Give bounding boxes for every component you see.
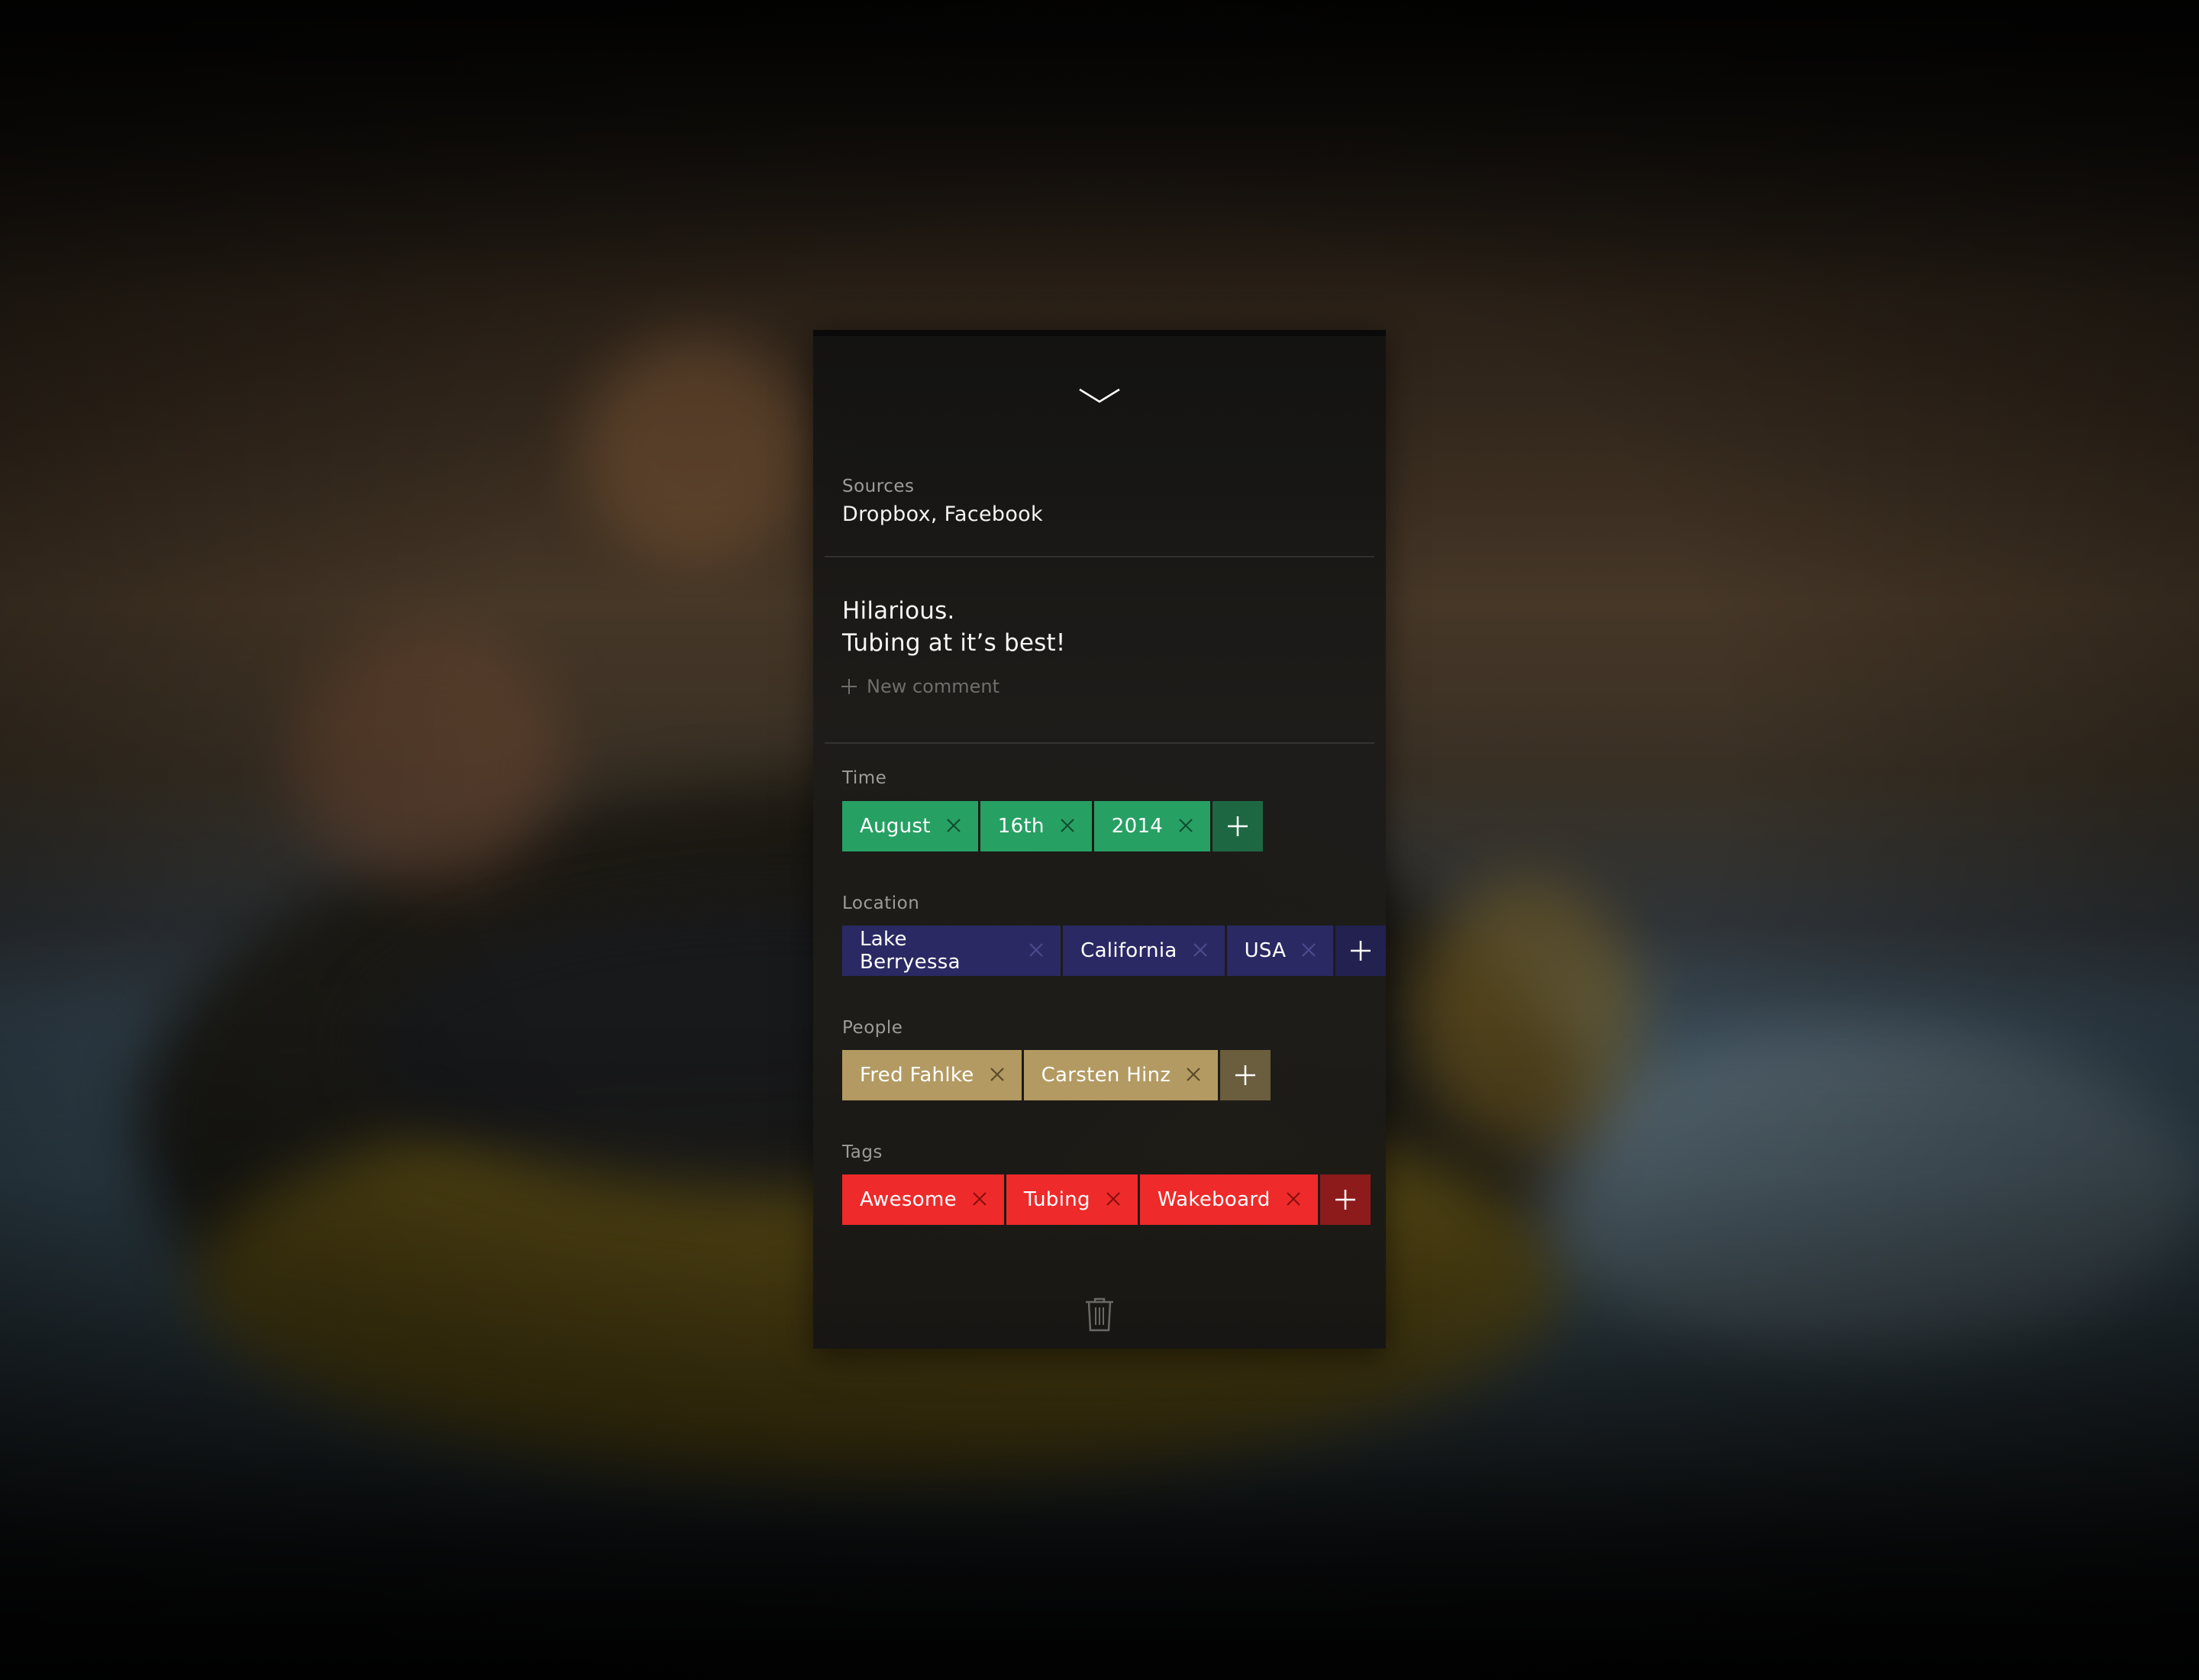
location-label: Location [842,893,920,913]
tags-label: Tags [842,1142,883,1162]
people-chip-row: Fred Fahlke Carsten Hinz [842,1050,1271,1100]
tags-chip-label: Tubing [1023,1188,1090,1211]
chevron-down-icon [1079,388,1120,403]
close-icon [1286,1192,1300,1206]
close-icon [1187,1068,1201,1081]
plus-icon [1335,1190,1355,1210]
comment-text: Tubing at it’s best! [842,629,1066,657]
remove-location-chip-button[interactable] [1028,942,1045,959]
new-comment-button[interactable]: New comment [841,674,999,699]
trash-icon [1086,1297,1113,1332]
collapse-button[interactable] [1077,382,1122,409]
people-chip-label: Fred Fahlke [860,1064,974,1087]
people-chip[interactable]: Fred Fahlke [842,1050,1022,1100]
close-icon [1179,819,1193,832]
time-chip[interactable]: August [842,801,978,851]
sources-label: Sources [842,477,915,496]
people-chip[interactable]: Carsten Hinz [1023,1050,1219,1100]
tags-chip[interactable]: Wakeboard [1139,1174,1318,1225]
remove-location-chip-button[interactable] [1301,942,1318,959]
remove-location-chip-button[interactable] [1193,942,1209,959]
remove-time-chip-button[interactable] [946,818,963,835]
time-chip[interactable]: 16th [980,801,1092,851]
tags-chip-row: Awesome Tubing Wakeboard [842,1174,1371,1225]
photo-details-panel: Sources Dropbox, Facebook Hilarious. Tub… [813,330,1386,1349]
location-chip[interactable]: California [1063,926,1225,976]
plus-icon [841,679,857,694]
plus-icon [1228,816,1248,836]
close-icon [990,1068,1004,1081]
comment-text: Hilarious. [842,597,955,625]
close-icon [1029,943,1043,957]
close-icon [1106,1192,1120,1206]
people-label: People [842,1018,903,1038]
remove-people-chip-button[interactable] [990,1067,1006,1084]
add-time-button[interactable] [1213,801,1264,851]
time-chip-row: August 16th 2014 [842,801,1264,851]
tags-chip[interactable]: Awesome [842,1174,1004,1225]
remove-tags-chip-button[interactable] [1106,1191,1122,1208]
location-chip[interactable]: Lake Berryessa [842,926,1061,976]
location-chip-label: Lake Berryessa [860,928,961,974]
close-icon [1302,943,1316,957]
add-location-button[interactable] [1335,926,1386,976]
add-people-button[interactable] [1220,1050,1271,1100]
divider [825,742,1374,744]
delete-button[interactable] [1084,1297,1115,1332]
remove-people-chip-button[interactable] [1186,1067,1203,1084]
time-chip-label: August [860,815,931,838]
location-chip-label: USA [1244,939,1287,962]
new-comment-label: New comment [867,676,999,697]
close-icon [973,1192,986,1206]
tags-chip-label: Wakeboard [1157,1188,1271,1211]
close-icon [1193,943,1207,957]
tags-chip[interactable]: Tubing [1006,1174,1138,1225]
close-icon [1060,819,1074,832]
plus-icon [1351,941,1371,961]
divider [825,556,1374,557]
remove-tags-chip-button[interactable] [1286,1191,1303,1208]
sources-value: Dropbox, Facebook [842,502,1043,526]
location-chip[interactable]: USA [1226,926,1334,976]
remove-time-chip-button[interactable] [1060,818,1077,835]
time-chip-label: 16th [997,815,1045,838]
location-chip-row: Lake Berryessa California USA [842,926,1386,976]
time-label: Time [842,768,887,788]
time-chip-label: 2014 [1111,815,1164,838]
remove-time-chip-button[interactable] [1178,818,1195,835]
close-icon [947,819,961,832]
time-chip[interactable]: 2014 [1093,801,1211,851]
plus-icon [1235,1065,1256,1085]
remove-tags-chip-button[interactable] [972,1191,989,1208]
location-chip-label: California [1080,939,1177,962]
add-tags-button[interactable] [1319,1174,1371,1225]
tags-chip-label: Awesome [860,1188,957,1211]
people-chip-label: Carsten Hinz [1041,1064,1171,1087]
